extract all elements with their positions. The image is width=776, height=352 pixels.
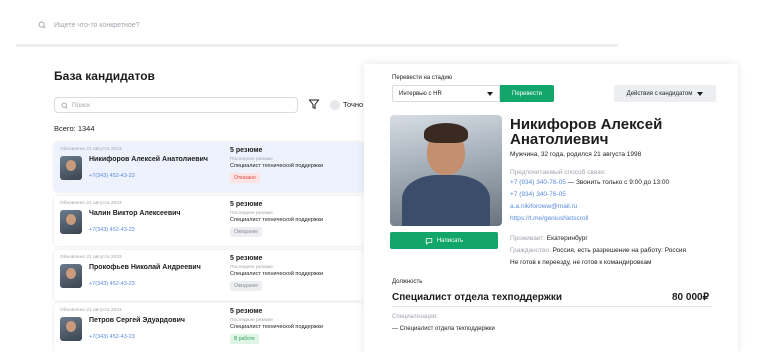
card-name[interactable]: Прокофьев Николай Андреевич [89,264,209,272]
search-icon [61,101,68,109]
candidate-card[interactable]: Обновлено 21 августа 2023 Никифоров Алек… [54,142,364,192]
page: Ищете что-то конкретное? База кандидатов… [0,0,776,352]
stage-select-value: Интервью с HR [399,90,442,97]
card-last-value: Специалист технической поддержки [230,163,324,169]
residence-value: Екатеринбург [546,235,588,242]
card-name[interactable]: Никифоров Алексей Анатолиевич [89,156,209,164]
page-title: База кандидатов [54,69,155,83]
avatar [60,317,82,341]
citizenship-value: Россия, есть разрешение на работу: Росси… [552,247,687,254]
status-badge: Ожидание [230,227,263,237]
card-resumes[interactable]: 5 резюме [230,255,262,262]
position-title: Специалист отдела техподдержки [392,292,563,303]
salary: 80 000₽ [672,292,709,303]
candidate-meta: Мужчина, 32 года, родился 21 августа 199… [510,151,642,158]
candidate-card[interactable]: Обновлено 21 августа 2023 Чалин Виктор А… [54,196,364,246]
card-last-value: Специалист технической поддержки [230,324,324,330]
status-badge: Ожидание [230,281,263,291]
move-stage-button[interactable]: Перевести [500,85,554,102]
phone-primary-row: +7 (934) 340-76-05 — Звонить только с 9:… [510,179,669,186]
candidate-name: Никифоров Алексей Анатолиевич [510,116,663,148]
phone-primary-note: — Звонить только с 9:00 до 13:00 [565,179,670,186]
phone-secondary[interactable]: +7 (934) 340-76-05 [510,191,566,198]
card-phone[interactable]: +7(343) 452-43-23 [89,173,135,179]
card-phone[interactable]: +7(343) 452-43-23 [89,227,135,233]
candidate-search-input[interactable]: Поиск [54,97,298,113]
avatar [60,156,82,180]
exact-toggle[interactable] [330,100,340,110]
caret-down-icon [697,91,704,96]
candidate-photo [390,115,502,226]
card-updated: Обновлено 21 августа 2023 [60,147,122,152]
card-resumes[interactable]: 5 резюме [230,147,262,154]
status-badge: В работе [230,334,259,344]
candidate-card[interactable]: Обновлено 21 августа 2023 Петров Сергей … [54,303,364,352]
card-last-label: Последнее резюме [230,157,273,162]
card-updated: Обновлено 21 августа 2023 [60,308,122,313]
citizenship-row: Гражданство: Россия, есть разрешение на … [510,247,686,254]
card-name[interactable]: Петров Сергей Эдуардович [89,317,209,325]
specializations-label: Специализации: [392,314,438,320]
stage-select[interactable]: Интервью с HR [392,85,500,102]
candidate-actions-label: Действия с кандидатом [626,90,693,97]
contact-label: Предпочитаемый способ связи: [510,169,606,176]
divider [392,306,712,307]
card-last-value: Специалист технической поддержки [230,217,324,223]
candidate-detail-panel: Перевести на стадию Интервью с HR Переве… [364,64,738,352]
candidate-actions-button[interactable]: Действия с кандидатом [614,85,716,102]
card-resumes[interactable]: 5 резюме [230,201,262,208]
card-phone[interactable]: +7(343) 452-43-23 [89,334,135,340]
card-last-label: Последнее резюме [230,265,273,270]
relocation-info: Не готов к переезду, не готов к командир… [510,259,652,266]
header-divider [16,44,618,47]
citizenship-label: Гражданство: [510,247,553,254]
avatar [60,264,82,288]
email-link[interactable]: a.a.nikiforoww@mail.ru [510,203,577,210]
card-last-value: Специалист технической поддержки [230,271,324,277]
card-updated: Обновлено 21 августа 2023 [60,201,122,206]
chat-icon [425,237,433,245]
specializations-value: — Специалист отдела техподдержки [392,326,495,332]
card-resumes[interactable]: 5 резюме [230,308,262,315]
card-last-label: Последнее резюме [230,211,273,216]
residence-label: Проживает: [510,235,547,242]
candidate-search-placeholder: Поиск [72,101,91,109]
avatar [60,210,82,234]
write-message-label: Написать [436,237,464,244]
caret-down-icon [487,91,493,96]
global-search[interactable]: Ищете что-то конкретное? [38,21,140,29]
candidate-card[interactable]: Обновлено 21 августа 2023 Прокофьев Нико… [54,250,364,300]
global-search-placeholder: Ищете что-то конкретное? [54,21,140,29]
card-last-label: Последнее резюме [230,318,273,323]
filter-icon[interactable] [308,98,320,110]
telegram-link[interactable]: https://t.me/geniusNetscroll [510,215,588,222]
phone-primary[interactable]: +7 (934) 340-76-05 [510,179,566,186]
card-phone[interactable]: +7(343) 452-43-23 [89,281,135,287]
total-count: Всего: 1344 [54,124,95,133]
position-label: Должность [392,279,423,285]
write-message-button[interactable]: Написать [390,232,498,249]
status-badge: Отказано [230,173,260,183]
stage-label: Перевести на стадию [392,75,453,81]
search-icon [38,21,46,29]
card-name[interactable]: Чалин Виктор Алексеевич [89,210,209,218]
exact-label: Точно [343,100,364,109]
residence-row: Проживает: Екатеринбург [510,235,588,242]
card-updated: Обновлено 21 августа 2023 [60,255,122,260]
